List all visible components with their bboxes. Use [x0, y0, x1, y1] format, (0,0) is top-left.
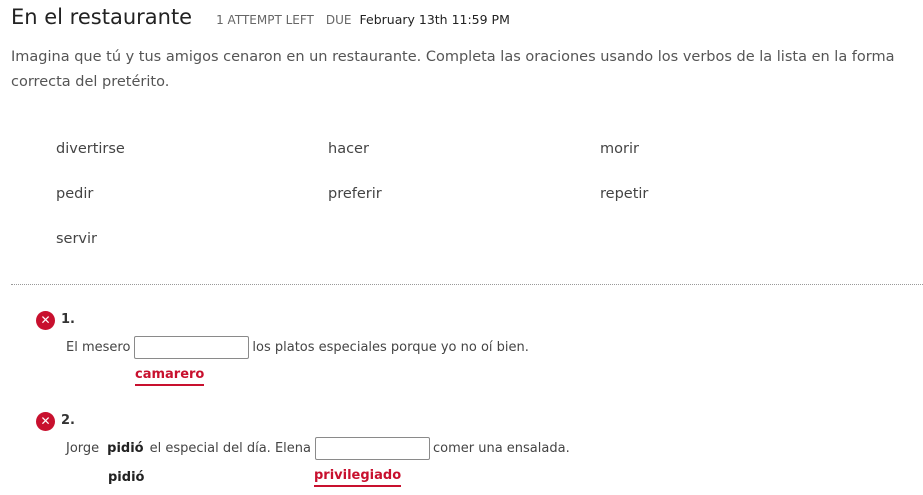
question-sentence: El mesero los platos especiales porque y… — [66, 335, 529, 359]
sentence-text-prefix: Jorge — [66, 440, 100, 456]
assignment-header: En el restaurante 1 ATTEMPT LEFT DUE Feb… — [11, 5, 510, 29]
incorrect-answer: privilegiado — [314, 468, 402, 487]
word-bank-item: repetir — [600, 186, 649, 202]
error-x-icon: ✕ — [36, 412, 55, 431]
filled-answer: pidió — [107, 440, 144, 456]
sentence-text-after: los platos especiales porque yo no oí bi… — [252, 339, 529, 355]
section-divider — [11, 284, 923, 285]
word-bank-item: morir — [600, 141, 639, 157]
word-bank-item: hacer — [328, 141, 369, 157]
answer-input[interactable] — [134, 335, 250, 359]
question-number: 1. — [61, 312, 75, 327]
page-title: En el restaurante — [11, 5, 193, 29]
instructions-text: Imagina que tú y tus amigos cenaron en u… — [11, 49, 895, 90]
word-bank-item: pedir — [56, 186, 94, 202]
question-sentence: Jorge pidió el especial del día. Elena c… — [66, 436, 570, 460]
word-bank-item: preferir — [328, 186, 382, 202]
word-bank-item: divertirse — [56, 141, 125, 157]
due-label: DUE — [325, 13, 352, 27]
due-date: February 13th 11:59 PM — [359, 12, 510, 27]
word-bank-item: servir — [56, 231, 98, 247]
question-number: 2. — [61, 413, 75, 428]
answer-input[interactable] — [314, 436, 430, 460]
attempts-left-label: 1 ATTEMPT LEFT — [216, 13, 314, 27]
sentence-text-after: comer una ensalada. — [432, 440, 570, 456]
correct-answer: pidió — [108, 470, 145, 485]
error-x-icon: ✕ — [36, 311, 55, 330]
incorrect-answer: camarero — [135, 367, 205, 386]
sentence-text-before: El mesero — [66, 339, 131, 355]
sentence-text-middle: el especial del día. Elena — [149, 440, 311, 456]
